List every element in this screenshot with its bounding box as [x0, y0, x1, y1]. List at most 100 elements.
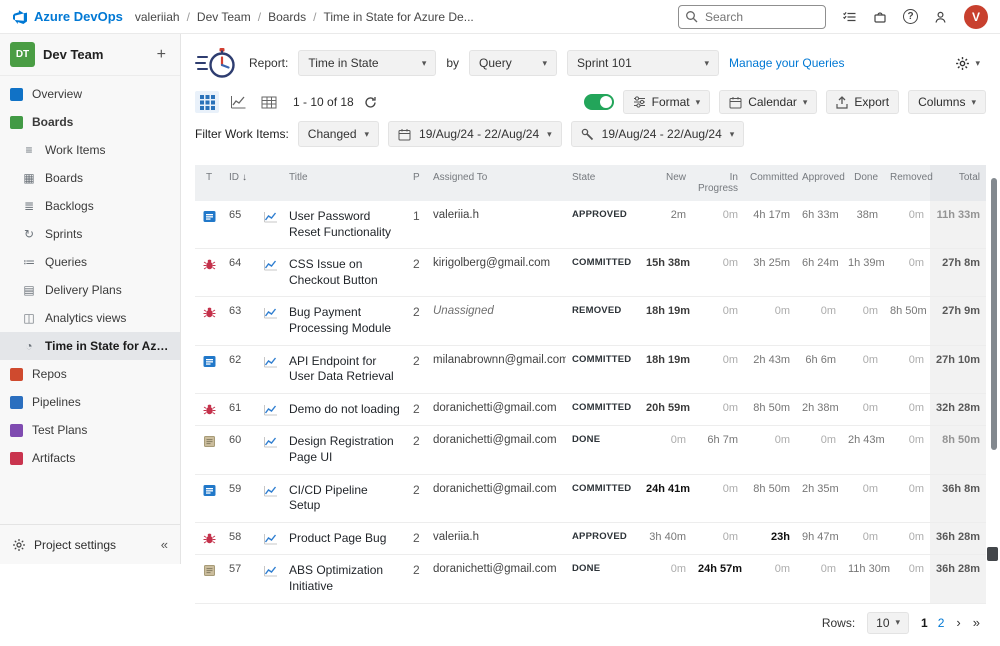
breadcrumb-project[interactable]: Dev Team	[197, 10, 268, 24]
chart-view-button[interactable]	[226, 91, 250, 113]
sidebar-item-boards[interactable]: Boards	[0, 108, 180, 136]
sidebar-item-label: Artifacts	[32, 451, 75, 465]
page-1[interactable]: 1	[921, 616, 928, 630]
work-item-title[interactable]: Design Registration Page UI	[283, 426, 407, 474]
work-item-id[interactable]: 59	[223, 474, 257, 522]
scrollbar-thumb[interactable]	[991, 178, 997, 450]
work-item-title[interactable]: API Endpoint for User Data Retrieval	[283, 345, 407, 393]
page-2[interactable]: 2	[938, 616, 945, 630]
time-in-state-value: 0m	[692, 345, 744, 393]
work-item-title[interactable]: CI/CD Pipeline Setup	[283, 474, 407, 522]
sidebar-item-overview[interactable]: Overview	[0, 80, 180, 108]
time-in-state-value: 2h 38m	[796, 393, 842, 426]
live-update-toggle[interactable]	[584, 94, 614, 110]
search-input[interactable]	[678, 5, 826, 29]
project-name[interactable]: Dev Team	[43, 47, 145, 62]
work-item-id[interactable]: 60	[223, 426, 257, 474]
breadcrumb-org[interactable]: valeriiah	[135, 10, 197, 24]
col-header-assigned[interactable]: Assigned To	[427, 165, 566, 201]
sidebar-item-pipelines[interactable]: Pipelines	[0, 388, 180, 416]
calendar-button[interactable]: Calendar ▾	[719, 90, 817, 114]
work-item-title[interactable]: CSS Issue on Checkout Button	[283, 249, 407, 297]
sidebar-item-backlogs[interactable]: ≣Backlogs	[0, 192, 180, 220]
sidebar-item-test-plans[interactable]: Test Plans	[0, 416, 180, 444]
add-project-icon[interactable]: +	[153, 46, 170, 64]
sidebar-item-work-items[interactable]: ≡Work Items	[0, 136, 180, 164]
open-chart-icon[interactable]	[257, 522, 283, 555]
sidebar-item-queries[interactable]: ≔Queries	[0, 248, 180, 276]
project-settings[interactable]: Project settings «	[0, 524, 180, 564]
col-header-id[interactable]: ID↓	[223, 165, 257, 201]
time-in-state-value: 8h 50m	[744, 393, 796, 426]
work-item-title[interactable]: Bug Payment Processing Module	[283, 297, 407, 345]
work-item-id[interactable]: 57	[223, 555, 257, 603]
col-header-total[interactable]: Total	[930, 165, 986, 201]
state-date-range-select[interactable]: 19/Aug/24 - 22/Aug/24 ▾	[571, 121, 745, 147]
sidebar-item-analytics-views[interactable]: ◫Analytics views	[0, 304, 180, 332]
sidebar-item-delivery-plans[interactable]: ▤Delivery Plans	[0, 276, 180, 304]
work-item-id[interactable]: 62	[223, 345, 257, 393]
work-item-title[interactable]: ABS Optimization Initiative	[283, 555, 407, 603]
work-item-title[interactable]: Demo do not loading	[283, 393, 407, 426]
col-header-approved[interactable]: Approved	[796, 165, 842, 201]
columns-button[interactable]: Columns ▾	[908, 90, 986, 114]
export-button[interactable]: Export	[826, 90, 899, 114]
work-item-id[interactable]: 64	[223, 249, 257, 297]
col-header-committed[interactable]: Committed	[744, 165, 796, 201]
open-chart-icon[interactable]	[257, 345, 283, 393]
open-chart-icon[interactable]	[257, 297, 283, 345]
col-header-in-progress[interactable]: In Progress	[692, 165, 744, 201]
sidebar-item-time-in-state-for-azure-devo[interactable]: ◔Time in State for Azure DevO...	[0, 332, 180, 360]
time-in-state-value: 0m	[842, 297, 884, 345]
open-chart-icon[interactable]	[257, 201, 283, 249]
breadcrumb-boards[interactable]: Boards	[268, 10, 323, 24]
work-item-title[interactable]: User Password Reset Functionality	[283, 201, 407, 249]
open-chart-icon[interactable]	[257, 249, 283, 297]
azure-devops-home-link[interactable]: Azure DevOps	[12, 9, 123, 25]
grid-view-button[interactable]	[195, 91, 219, 113]
marketplace-bag-icon[interactable]	[872, 9, 888, 25]
sidebar-item-sprints[interactable]: ↻Sprints	[0, 220, 180, 248]
work-item-id[interactable]: 58	[223, 522, 257, 555]
col-header-state[interactable]: State	[566, 165, 640, 201]
sidebar-item-repos[interactable]: Repos	[0, 360, 180, 388]
work-item-id[interactable]: 65	[223, 201, 257, 249]
open-chart-icon[interactable]	[257, 474, 283, 522]
format-button[interactable]: Format ▾	[623, 90, 711, 114]
changed-date-range-select[interactable]: 19/Aug/24 - 22/Aug/24 ▾	[388, 121, 562, 147]
col-header-done[interactable]: Done	[842, 165, 884, 201]
sidebar-item-label: Backlogs	[45, 199, 94, 213]
table-view-button[interactable]	[257, 91, 281, 113]
sidebar-item-artifacts[interactable]: Artifacts	[0, 444, 180, 472]
checklist-icon[interactable]	[841, 9, 857, 25]
refresh-icon[interactable]	[364, 96, 377, 109]
collapse-sidebar-icon[interactable]: «	[161, 537, 168, 552]
sidebar-item-label: Boards	[45, 171, 83, 185]
sidebar-item-boards[interactable]: ▦Boards	[0, 164, 180, 192]
manage-queries-link[interactable]: Manage your Queries	[729, 56, 844, 70]
open-chart-icon[interactable]	[257, 555, 283, 603]
task-work-item-icon	[195, 555, 223, 603]
col-header-priority[interactable]: P	[407, 165, 427, 201]
source-type-select[interactable]: Query ▾	[469, 50, 557, 76]
user-settings-icon[interactable]	[933, 9, 949, 25]
page-size-select[interactable]: 10 ▾	[867, 612, 909, 634]
open-chart-icon[interactable]	[257, 393, 283, 426]
col-header-new[interactable]: New	[640, 165, 692, 201]
filter-field-select[interactable]: Changed ▾	[298, 121, 379, 147]
col-header-type[interactable]: T	[195, 165, 223, 201]
open-chart-icon[interactable]	[257, 426, 283, 474]
query-select[interactable]: Sprint 101 ▾	[567, 50, 719, 76]
work-item-id[interactable]: 63	[223, 297, 257, 345]
help-icon[interactable]: ?	[903, 9, 918, 24]
next-page-icon[interactable]: ›	[956, 615, 960, 630]
col-header-removed[interactable]: Removed	[884, 165, 930, 201]
report-settings-menu[interactable]: ▾	[955, 56, 986, 71]
report-type-select[interactable]: Time in State ▾	[298, 50, 436, 76]
col-header-title[interactable]: Title	[283, 165, 407, 201]
work-item-title[interactable]: Product Page Bug	[283, 522, 407, 555]
chevron-down-icon: ▾	[547, 130, 552, 139]
avatar[interactable]: V	[964, 5, 988, 29]
last-page-icon[interactable]: »	[973, 615, 980, 630]
work-item-id[interactable]: 61	[223, 393, 257, 426]
